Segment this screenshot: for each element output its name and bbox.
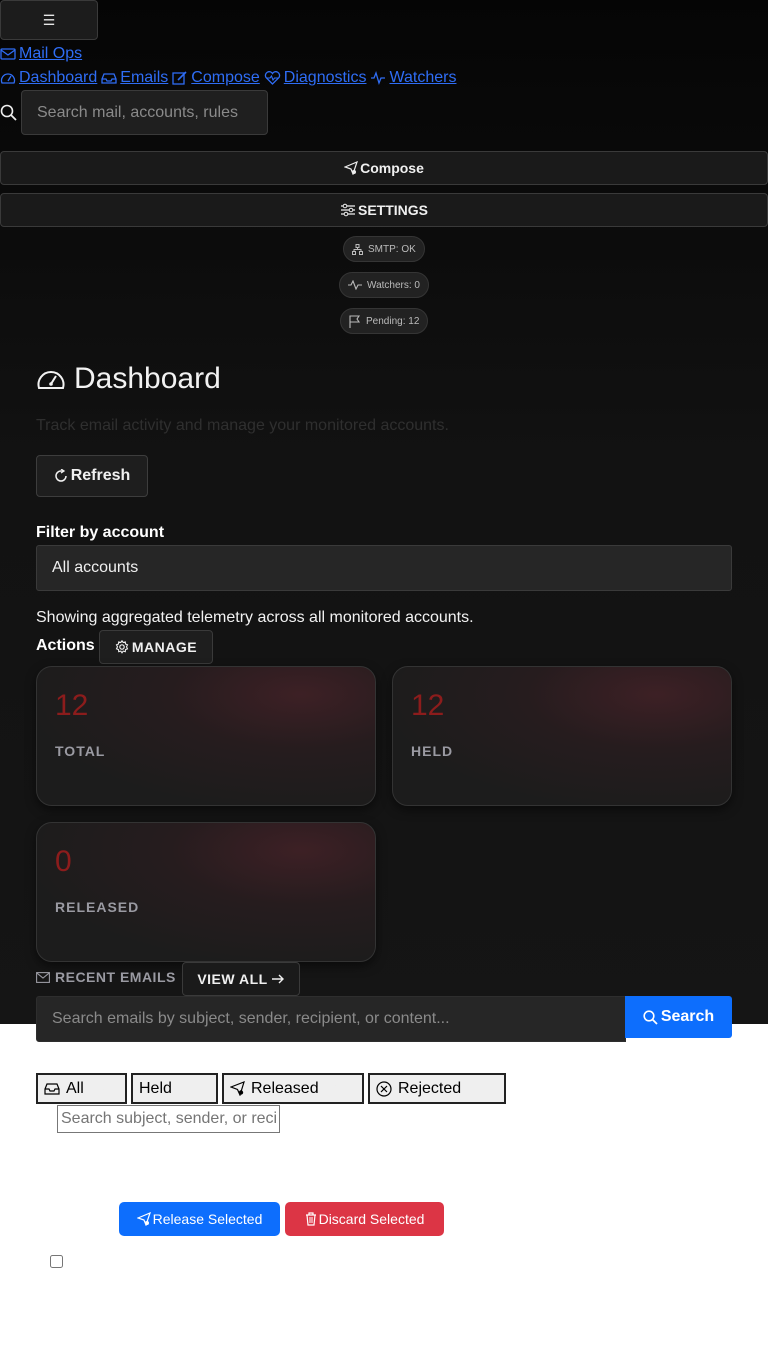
compose-button-label: Compose: [360, 160, 424, 176]
pencil-square-icon: [172, 71, 188, 85]
page-title: Dashboard: [36, 362, 221, 396]
speedometer-icon: [0, 71, 16, 85]
nav-diagnostics[interactable]: Diagnostics: [264, 69, 367, 87]
release-selected-label: Release Selected: [152, 1211, 263, 1227]
menu-toggle-button[interactable]: ☰: [0, 0, 98, 40]
speedometer-icon: [36, 367, 66, 391]
brand-link[interactable]: Mail Ops: [0, 45, 82, 63]
email-search-button-label: Search: [660, 1008, 715, 1025]
actions-label: Actions: [36, 637, 95, 654]
gear-icon: [115, 640, 129, 654]
search-icon: [643, 1009, 658, 1025]
watchers-status-badge: Watchers: 0: [339, 272, 429, 298]
page-subtitle: Track email activity and manage your mon…: [36, 417, 449, 434]
brand-label: Mail Ops: [19, 45, 83, 62]
compose-button[interactable]: Compose: [0, 151, 768, 185]
stat-label: HELD: [411, 743, 454, 759]
page-title-label: Dashboard: [74, 362, 221, 395]
email-status-tabs: All 0 Held 0 Released 0 Rejected 0: [36, 1073, 506, 1104]
tab-count-badge: 0: [475, 1080, 483, 1097]
stat-value: 12: [55, 689, 89, 722]
filter-label: Filter by account: [36, 524, 165, 541]
nav-compose[interactable]: Compose: [172, 69, 260, 87]
view-all-label: VIEW ALL: [197, 971, 268, 987]
diagram-icon: [352, 243, 363, 255]
discard-selected-label: Discard Selected: [318, 1211, 425, 1227]
search-icon: [0, 104, 17, 121]
tab-label: Held: [139, 1079, 172, 1097]
inbox-icon: [44, 1082, 60, 1095]
tab-label: Rejected: [398, 1079, 462, 1097]
tab-count-badge: 0: [97, 1080, 106, 1097]
tab-released[interactable]: Released 0: [222, 1073, 364, 1104]
email-search-button[interactable]: Search: [625, 996, 732, 1038]
send-icon: [344, 161, 359, 175]
send-check-icon: [230, 1081, 245, 1096]
sliders-icon: [340, 203, 356, 217]
tab-count-badge: 0: [185, 1080, 194, 1097]
stat-card-released: 0 RELEASED: [36, 822, 376, 962]
trash-icon: [305, 1212, 317, 1226]
recent-emails-label: RECENT EMAILS: [55, 969, 176, 985]
tab-rejected[interactable]: Rejected 0: [368, 1073, 506, 1104]
refresh-button[interactable]: Refresh: [36, 455, 148, 497]
envelope-icon: [36, 971, 50, 983]
email-list-search-input[interactable]: [57, 1105, 280, 1133]
email-search-input[interactable]: [36, 996, 626, 1042]
nav-diagnostics-label: Diagnostics: [283, 69, 367, 86]
account-filter-value: All accounts: [52, 559, 139, 576]
account-filter-select[interactable]: All accounts: [36, 545, 732, 591]
refresh-button-label: Refresh: [70, 467, 131, 484]
pending-status-badge: Pending: 12: [340, 308, 429, 334]
activity-icon: [348, 280, 362, 290]
recent-emails-heading: RECENT EMAILS: [36, 969, 176, 985]
stat-card-held: 12 HELD: [392, 666, 732, 806]
stat-label: TOTAL: [55, 743, 106, 759]
main-nav: Dashboard Emails Compose Diagnostics Wat…: [0, 69, 456, 87]
nav-emails-label: Emails: [120, 69, 169, 86]
smtp-status-badge: SMTP: OK: [343, 236, 425, 262]
manage-button-label: MANAGE: [131, 639, 198, 655]
tab-all[interactable]: All 0: [36, 1073, 127, 1104]
scope-note: Showing aggregated telemetry across all …: [36, 609, 474, 626]
x-circle-icon: [376, 1080, 392, 1097]
global-search-input[interactable]: [21, 90, 268, 135]
stat-card-total: 12 TOTAL: [36, 666, 376, 806]
arrow-right-icon: [271, 974, 285, 984]
envelope-paper-icon: [0, 47, 16, 61]
nav-compose-label: Compose: [191, 69, 260, 86]
flag-icon: [349, 314, 361, 328]
stat-label: RELEASED: [55, 899, 140, 915]
settings-button[interactable]: SETTINGS: [0, 193, 768, 227]
refresh-icon: [54, 469, 68, 483]
settings-button-label: SETTINGS: [357, 202, 428, 218]
nav-emails[interactable]: Emails: [101, 69, 168, 87]
nav-watchers-label: Watchers: [389, 69, 457, 86]
tab-count-badge: 0: [332, 1080, 341, 1097]
inbox-icon: [101, 71, 117, 85]
global-search: [0, 90, 268, 135]
stat-value: 0: [55, 845, 72, 878]
smtp-status-label: SMTP: OK: [368, 243, 416, 255]
select-all-checkbox[interactable]: [50, 1255, 63, 1268]
manage-button[interactable]: MANAGE: [99, 630, 213, 664]
send-check-icon: [136, 1212, 151, 1226]
release-selected-button[interactable]: Release Selected: [119, 1202, 280, 1236]
tab-label: Released: [251, 1079, 319, 1097]
view-all-button[interactable]: VIEW ALL: [182, 962, 300, 996]
activity-icon: [370, 71, 386, 85]
tab-held[interactable]: Held 0: [131, 1073, 218, 1104]
watchers-status-label: Watchers: 0: [367, 279, 420, 291]
nav-dashboard-label: Dashboard: [19, 69, 98, 86]
tab-label: All: [66, 1079, 84, 1097]
heart-pulse-icon: [264, 71, 281, 85]
stat-value: 12: [411, 689, 445, 722]
discard-selected-button[interactable]: Discard Selected: [285, 1202, 444, 1236]
nav-watchers[interactable]: Watchers: [370, 69, 456, 87]
pending-status-label: Pending: 12: [366, 315, 420, 327]
nav-dashboard[interactable]: Dashboard: [0, 69, 97, 87]
